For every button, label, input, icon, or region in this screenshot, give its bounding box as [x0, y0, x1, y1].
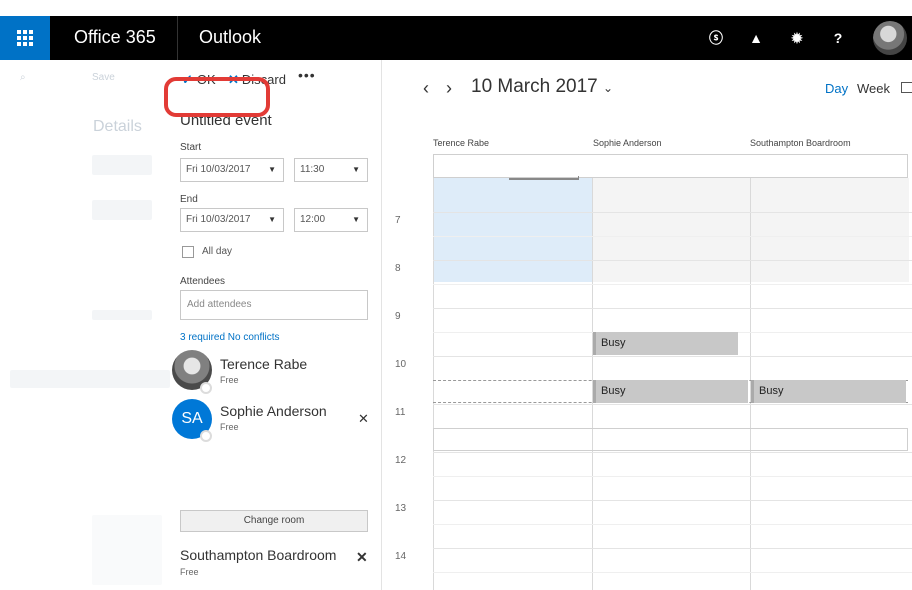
hour-line	[433, 404, 912, 405]
end-date-value: Fri 10/03/2017	[186, 214, 251, 225]
previous-day-button[interactable]: ‹	[423, 78, 429, 99]
date-picker-label[interactable]: 10 March 2017 ⌄	[471, 76, 613, 98]
hour-line	[433, 308, 912, 309]
conflicts-link[interactable]: 3 required No conflicts	[180, 332, 280, 343]
start-date-dropdown[interactable]: Fri 10/03/2017 ▼	[180, 158, 284, 182]
hour-line	[433, 212, 912, 213]
skype-icon[interactable]: ⓢ	[696, 16, 736, 60]
gear-icon[interactable]: ✹	[777, 16, 817, 60]
time-marker	[509, 176, 579, 180]
hour-label: 13	[395, 503, 407, 514]
end-time-value: 12:00	[300, 214, 326, 225]
start-time-value: 11:30	[300, 164, 325, 175]
start-date-value: Fri 10/03/2017	[186, 164, 251, 175]
busy-block[interactable]: Busy	[751, 380, 906, 403]
highlight-annotation	[164, 77, 270, 117]
end-label: End	[180, 194, 198, 205]
chevron-down-icon: ▼	[268, 165, 276, 174]
calendar-header: ‹ › 10 March 2017 ⌄ Day Week	[383, 60, 912, 116]
attendee-name[interactable]: Sophie Anderson	[220, 403, 327, 419]
background-details-label: Details	[93, 118, 142, 135]
start-label: Start	[180, 142, 202, 153]
unavailable-block	[593, 178, 751, 282]
hour-line	[433, 500, 912, 501]
hour-line	[433, 356, 912, 357]
background-save-label: Save	[92, 72, 115, 83]
background-search-icon: ⌕	[20, 72, 26, 83]
title-divider	[177, 16, 178, 60]
scheduling-grid: Terence Rabe Sophie Anderson Southampton…	[383, 116, 912, 590]
room-name: Southampton Boardroom	[180, 547, 337, 563]
hour-label: 7	[395, 215, 401, 226]
blurred-field	[92, 310, 152, 320]
attendee-status: Free	[220, 422, 239, 432]
highlighted-slot[interactable]	[433, 428, 908, 451]
presence-icon	[200, 430, 212, 442]
attendee-name[interactable]: Terence Rabe	[220, 356, 307, 372]
half-hour-line	[433, 284, 912, 285]
week-view-button[interactable]: Week	[857, 81, 890, 96]
blurred-field	[92, 155, 152, 175]
chevron-down-icon: ▼	[268, 215, 276, 224]
hour-label: 12	[395, 455, 407, 466]
user-avatar[interactable]	[873, 21, 907, 55]
chevron-down-icon: ▼	[352, 215, 360, 224]
change-room-button[interactable]: Change room	[180, 510, 368, 532]
hour-label: 8	[395, 263, 401, 274]
remove-room-icon[interactable]: ✕	[356, 549, 368, 566]
busy-block[interactable]: Busy	[593, 332, 738, 355]
top-bar: Office 365 Outlook ⓢ ▲ ✹ ?	[0, 16, 912, 60]
selected-time-slot[interactable]	[433, 178, 592, 282]
hour-label: 10	[395, 359, 407, 370]
app-launcher-button[interactable]	[0, 16, 50, 60]
date-value: 10 March 2017	[471, 76, 598, 97]
blurred-field	[92, 200, 152, 220]
more-options-button[interactable]: •••	[298, 67, 316, 83]
room-status: Free	[180, 567, 199, 577]
attendees-input[interactable]: Add attendees	[180, 290, 368, 320]
half-hour-line	[433, 236, 912, 237]
app-launcher-icon	[17, 30, 33, 46]
remove-attendee-icon[interactable]: ✕	[358, 411, 369, 427]
bell-icon[interactable]: ▲	[736, 16, 776, 60]
all-day-row[interactable]	[433, 154, 908, 178]
all-day-label: All day	[202, 246, 233, 257]
attendees-label: Attendees	[180, 276, 226, 287]
half-hour-line	[433, 476, 912, 477]
blurred-row	[10, 370, 170, 388]
hour-line	[433, 548, 912, 549]
chevron-down-icon: ▼	[352, 165, 360, 174]
suite-title[interactable]: Office 365	[74, 27, 156, 48]
day-view-button[interactable]: Day	[825, 81, 848, 96]
chevron-down-icon: ⌄	[603, 81, 614, 95]
end-time-dropdown[interactable]: 12:00 ▼	[294, 208, 368, 232]
busy-block[interactable]: Busy	[593, 380, 748, 403]
all-day-checkbox[interactable]	[182, 246, 194, 258]
start-time-dropdown[interactable]: 11:30 ▼	[294, 158, 368, 182]
column-header: Southampton Boardroom	[750, 138, 851, 148]
help-icon[interactable]: ?	[818, 16, 858, 60]
hour-label: 9	[395, 311, 401, 322]
half-hour-line	[433, 524, 912, 525]
background-compose-area: ⌕ Save Details	[0, 60, 170, 590]
end-date-dropdown[interactable]: Fri 10/03/2017 ▼	[180, 208, 284, 232]
hour-label: 11	[395, 407, 406, 418]
column-header: Terence Rabe	[433, 138, 490, 148]
hour-label: 14	[395, 551, 407, 562]
hour-line	[433, 260, 912, 261]
column-header: Sophie Anderson	[593, 138, 662, 148]
blurred-box	[92, 515, 162, 585]
half-hour-line	[433, 572, 912, 573]
hour-line	[433, 452, 912, 453]
month-view-icon[interactable]	[901, 82, 912, 93]
event-panel: ✓ OK ✕ Discard ••• Untitled event Start Fr…	[170, 60, 382, 590]
unavailable-block	[751, 178, 909, 282]
attendee-status: Free	[220, 375, 239, 385]
next-day-button[interactable]: ›	[446, 78, 452, 99]
presence-icon	[200, 382, 212, 394]
app-title[interactable]: Outlook	[199, 27, 261, 48]
